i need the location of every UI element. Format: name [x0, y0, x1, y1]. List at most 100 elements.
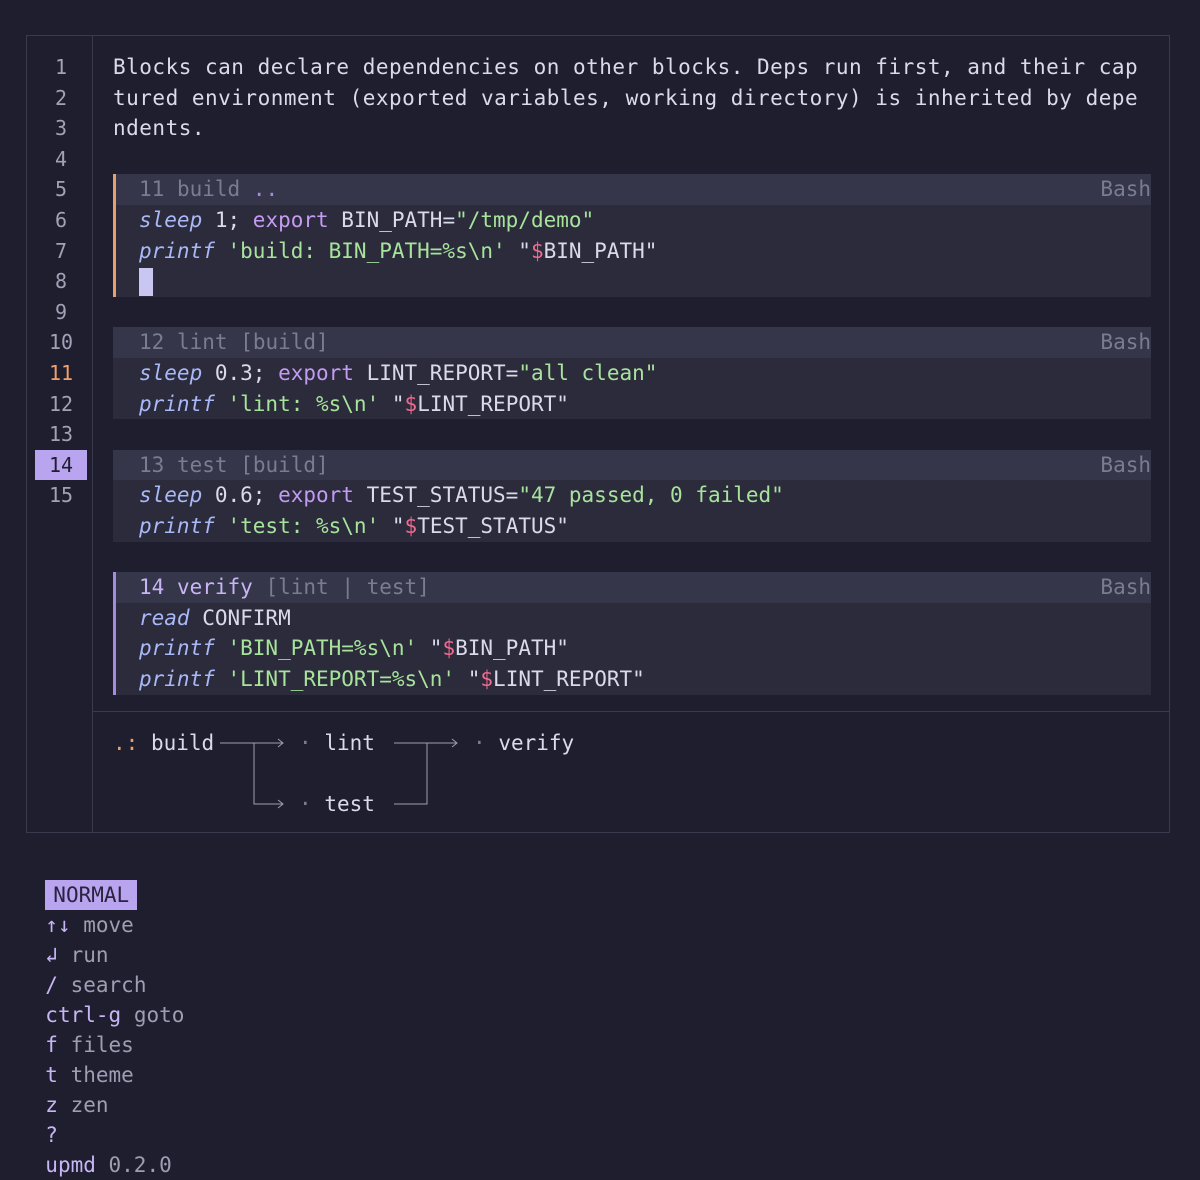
code-line[interactable]: sleep 1; export BIN_PATH="/tmp/demo" [116, 205, 1151, 236]
code-variable: LINT_REPORT= [353, 360, 519, 385]
hint-help[interactable]: ? [45, 1123, 58, 1147]
hint-label: theme [70, 1063, 134, 1087]
code-quote: " [556, 513, 569, 538]
line-number-selected[interactable]: 14 [35, 449, 87, 481]
hint-goto[interactable]: ctrl-g goto [45, 1003, 184, 1027]
code-dollar: $ [530, 238, 544, 263]
line-number[interactable]: 3 [35, 113, 87, 144]
code-variable: BIN_PATH [455, 636, 557, 661]
hint-move[interactable]: ↑↓ move [45, 913, 134, 937]
code-block-header[interactable]: 12 lint [build] Bash [113, 327, 1151, 358]
graph-node-test[interactable]: · test [299, 789, 375, 819]
help-icon: ? [45, 1123, 58, 1147]
hint-zen[interactable]: z zen [45, 1093, 108, 1117]
line-number[interactable]: 12 [35, 389, 87, 420]
code-quote: " [391, 391, 405, 416]
code-export: export [278, 483, 354, 508]
code-line-cursor[interactable] [116, 266, 1151, 297]
line-number[interactable]: 13 [35, 419, 87, 450]
paragraph-line: ndents. [113, 116, 206, 141]
block-deps: [lint | test] [265, 575, 430, 600]
code-string: 'BIN_PATH=%s\n' [214, 636, 430, 661]
app-version: 0.2.0 [95, 1153, 172, 1177]
line-number[interactable]: 6 [35, 205, 87, 236]
code-dollar: $ [404, 513, 418, 538]
code-keyword: printf [139, 391, 215, 416]
graph-node-lint[interactable]: · lint [299, 728, 375, 758]
code-line[interactable]: printf 'test: %s\n' "$TEST_STATUS" [113, 511, 1151, 542]
graph-bullet: · [299, 792, 312, 816]
block-deps: [build] [240, 452, 329, 477]
line-number[interactable]: 9 [35, 297, 87, 328]
code-line[interactable]: read CONFIRM [116, 603, 1151, 634]
hint-label: zen [70, 1093, 109, 1117]
code-block-header[interactable]: 13 test [build] Bash [113, 449, 1151, 481]
line-number[interactable]: 15 [35, 480, 87, 511]
code-keyword: sleep [139, 207, 203, 232]
graph-node-verify[interactable]: · verify [473, 728, 574, 758]
code-text: 0.6; [202, 483, 279, 508]
code-line[interactable]: sleep 0.6; export TEST_STATUS="47 passed… [113, 480, 1151, 511]
code-export: export [278, 360, 354, 385]
line-number[interactable]: 5 [35, 174, 87, 205]
hint-search[interactable]: / search [45, 973, 146, 997]
code-text: CONFIRM [189, 605, 291, 630]
code-line[interactable]: printf 'LINT_REPORT=%s\n' "$LINT_REPORT" [116, 664, 1151, 695]
code-variable: TEST_STATUS [417, 513, 557, 538]
status-bar: NORMAL ↑↓ move ↲ run / search ctrl-g got… [20, 850, 184, 1177]
hint-label: goto [133, 1003, 185, 1027]
line-number[interactable]: 1 [35, 52, 87, 83]
code-block-verify[interactable]: 14 verify [lint | test] Bash read CONFIR… [113, 572, 1151, 695]
code-quote: " [556, 391, 569, 416]
code-block-build[interactable]: 11 build .. Bash sleep 1; export BIN_PAT… [113, 174, 1151, 297]
mode-indicator: NORMAL [45, 880, 138, 910]
graph-node-build[interactable]: .: build [113, 728, 214, 758]
code-string: 'LINT_REPORT=%s\n' [214, 666, 468, 691]
graph-divider [93, 711, 1169, 712]
hint-label: run [70, 943, 109, 967]
code-line[interactable]: sleep 0.3; export LINT_REPORT="all clean… [113, 358, 1151, 389]
code-block-test[interactable]: 13 test [build] Bash sleep 0.6; export T… [113, 449, 1151, 542]
code-line[interactable]: printf 'lint: %s\n' "$LINT_REPORT" [113, 389, 1151, 420]
block-name: build [176, 177, 241, 202]
line-number[interactable]: 7 [35, 236, 87, 267]
hint-theme[interactable]: t theme [45, 1063, 134, 1087]
block-index: 13 [139, 452, 165, 477]
code-string: "/tmp/demo" [455, 207, 595, 232]
block-index: 14 [139, 575, 165, 600]
code-quote: " [391, 513, 405, 538]
line-number[interactable]: 2 [35, 83, 87, 114]
paragraph-line: Blocks can declare dependencies on other… [113, 55, 1139, 79]
code-line[interactable]: printf 'BIN_PATH=%s\n' "$BIN_PATH" [116, 633, 1151, 664]
hint-key: / [45, 973, 58, 997]
graph-bullet: · [299, 731, 312, 755]
line-number[interactable]: 8 [35, 266, 87, 297]
hint-files[interactable]: f files [45, 1033, 134, 1057]
block-language: Bash [1100, 452, 1151, 477]
code-block-header[interactable]: 14 verify [lint | test] Bash [116, 572, 1151, 603]
code-line[interactable]: printf 'build: BIN_PATH=%s\n' "$BIN_PATH… [116, 236, 1151, 267]
code-block-header[interactable]: 11 build .. Bash [116, 174, 1151, 205]
code-text: 0.3; [202, 360, 279, 385]
code-variable: LINT_REPORT [493, 666, 633, 691]
hint-key: f [45, 1033, 58, 1057]
hint-run[interactable]: ↲ run [45, 943, 108, 967]
block-index: 12 [139, 330, 165, 355]
line-number[interactable]: 4 [35, 144, 87, 175]
code-export: export [252, 207, 329, 232]
code-string: "47 passed, 0 failed" [518, 483, 784, 508]
hint-key: ctrl-g [45, 1003, 122, 1027]
block-index: 11 [139, 177, 165, 202]
code-string: 'test: %s\n' [214, 513, 392, 538]
code-variable: TEST_STATUS= [353, 483, 519, 508]
code-string: 'lint: %s\n' [214, 391, 392, 416]
code-quote: " [644, 238, 658, 263]
code-quote: " [518, 238, 531, 263]
line-number-current[interactable]: 11 [35, 358, 87, 389]
block-language: Bash [1100, 177, 1151, 202]
graph-node-label: build [150, 731, 215, 755]
code-block-lint[interactable]: 12 lint [build] Bash sleep 0.3; export L… [113, 327, 1151, 420]
graph-node-label: test [324, 792, 375, 816]
code-variable: BIN_PATH [543, 238, 645, 263]
line-number[interactable]: 10 [35, 327, 87, 358]
